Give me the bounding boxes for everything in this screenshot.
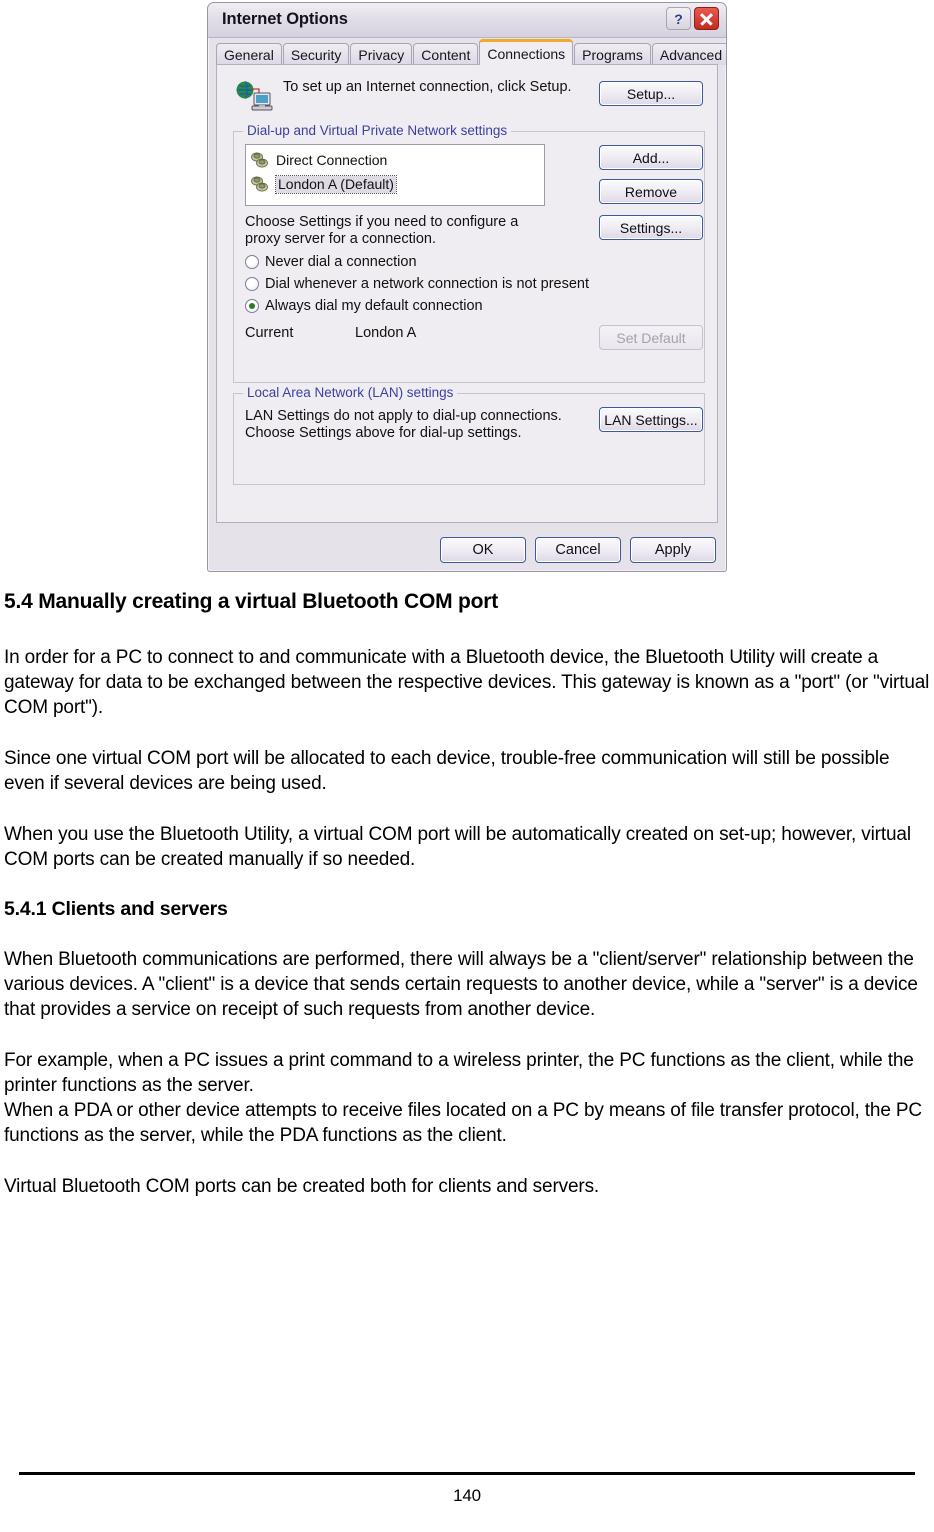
section-heading: 5.4 Manually creating a virtual Bluetoot… bbox=[4, 590, 499, 613]
cancel-button[interactable]: Cancel bbox=[535, 537, 621, 563]
add-button-label: Add... bbox=[632, 149, 670, 166]
list-item[interactable]: London A (Default) bbox=[248, 172, 542, 196]
paragraph-7: Virtual Bluetooth COM ports can be creat… bbox=[4, 1176, 600, 1197]
tab-advanced[interactable]: Advanced bbox=[651, 43, 726, 65]
remove-button[interactable]: Remove bbox=[599, 179, 703, 204]
list-item-label: Direct Connection bbox=[276, 152, 388, 168]
apply-button[interactable]: Apply bbox=[630, 537, 716, 563]
paragraph-5: For example, when a PC issues a print co… bbox=[4, 1050, 914, 1096]
current-label: Current bbox=[245, 325, 294, 341]
radio-never-dial-label: Never dial a connection bbox=[265, 254, 417, 270]
ok-button-label: OK bbox=[472, 542, 494, 558]
connections-tab-panel: To set up an Internet connection, click … bbox=[216, 64, 718, 523]
setup-button[interactable]: Setup... bbox=[599, 81, 703, 106]
lan-settings-legend: Local Area Network (LAN) settings bbox=[243, 385, 458, 400]
add-button[interactable]: Add... bbox=[599, 145, 703, 170]
dialog-title: Internet Options bbox=[222, 10, 348, 28]
ok-button[interactable]: OK bbox=[440, 537, 526, 563]
proxy-settings-note: Choose Settings if you need to configure… bbox=[245, 214, 519, 247]
dialog-tabs: General Security Privacy Content Connect… bbox=[216, 39, 726, 65]
radio-button-selected-icon bbox=[245, 299, 259, 313]
lan-settings-button-label: LAN Settings... bbox=[604, 411, 698, 428]
paragraph-4: When Bluetooth communications are perfor… bbox=[4, 949, 918, 1020]
lan-settings-button[interactable]: LAN Settings... bbox=[599, 407, 703, 432]
document-body: 5.4 Manually creating a virtual Bluetoot… bbox=[0, 590, 934, 1199]
tab-connections[interactable]: Connections bbox=[479, 39, 574, 65]
help-icon[interactable]: ? bbox=[666, 7, 691, 30]
remove-button-label: Remove bbox=[624, 183, 678, 200]
dialup-vpn-legend: Dial-up and Virtual Private Network sett… bbox=[243, 123, 512, 138]
network-connection-icon bbox=[251, 152, 268, 168]
current-value: London A bbox=[355, 325, 417, 341]
setup-description: To set up an Internet connection, click … bbox=[283, 79, 572, 95]
paragraph-6: When a PDA or other device attempts to r… bbox=[4, 1100, 922, 1146]
network-connection-icon bbox=[251, 176, 268, 192]
subsection-heading: 5.4.1 Clients and servers bbox=[4, 898, 228, 920]
page-number: 140 bbox=[453, 1486, 481, 1505]
globe-computer-icon bbox=[236, 81, 273, 111]
list-item[interactable]: Direct Connection bbox=[248, 148, 542, 172]
cancel-button-label: Cancel bbox=[555, 542, 601, 558]
internet-options-dialog: Internet Options ? General Security Priv… bbox=[207, 2, 727, 572]
close-icon[interactable] bbox=[694, 7, 719, 30]
paragraph-2: Since one virtual COM port will be alloc… bbox=[4, 748, 890, 794]
radio-always-dial-default[interactable]: Always dial my default connection bbox=[245, 298, 483, 314]
paragraph-1: In order for a PC to connect to and comm… bbox=[4, 647, 930, 718]
radio-always-dial-default-label: Always dial my default connection bbox=[265, 298, 483, 314]
setup-button-label: Setup... bbox=[626, 85, 676, 102]
current-connection-row: Current London A bbox=[245, 325, 416, 341]
list-item-label: London A (Default) bbox=[275, 174, 397, 194]
footer-divider bbox=[19, 1472, 915, 1475]
radio-dial-whenever-label: Dial whenever a network connection is no… bbox=[265, 276, 590, 292]
tab-general[interactable]: General bbox=[216, 43, 282, 65]
apply-button-label: Apply bbox=[654, 542, 692, 558]
paragraph-3: When you use the Bluetooth Utility, a vi… bbox=[4, 824, 911, 870]
connections-listbox[interactable]: Direct Connection London A (Default) bbox=[245, 144, 545, 206]
radio-never-dial[interactable]: Never dial a connection bbox=[245, 254, 417, 270]
radio-button-icon bbox=[245, 255, 259, 269]
screenshot-figure-internet-options: Internet Options ? General Security Priv… bbox=[207, 2, 727, 572]
set-default-button-label: Set Default bbox=[616, 329, 686, 346]
tab-content[interactable]: Content bbox=[413, 43, 479, 65]
settings-button[interactable]: Settings... bbox=[599, 215, 703, 240]
tab-privacy[interactable]: Privacy bbox=[350, 43, 413, 65]
radio-dial-whenever[interactable]: Dial whenever a network connection is no… bbox=[245, 276, 589, 292]
titlebar-buttons: ? bbox=[666, 7, 719, 30]
radio-button-icon bbox=[245, 277, 259, 291]
dialog-footer-buttons: OK Cancel Apply bbox=[440, 537, 716, 563]
tab-security[interactable]: Security bbox=[282, 43, 350, 65]
dialog-titlebar: Internet Options ? bbox=[208, 3, 726, 38]
lan-settings-note: LAN Settings do not apply to dial-up con… bbox=[245, 408, 562, 441]
tab-programs[interactable]: Programs bbox=[574, 43, 651, 65]
settings-button-label: Settings... bbox=[619, 219, 683, 236]
set-default-button: Set Default bbox=[599, 325, 703, 350]
